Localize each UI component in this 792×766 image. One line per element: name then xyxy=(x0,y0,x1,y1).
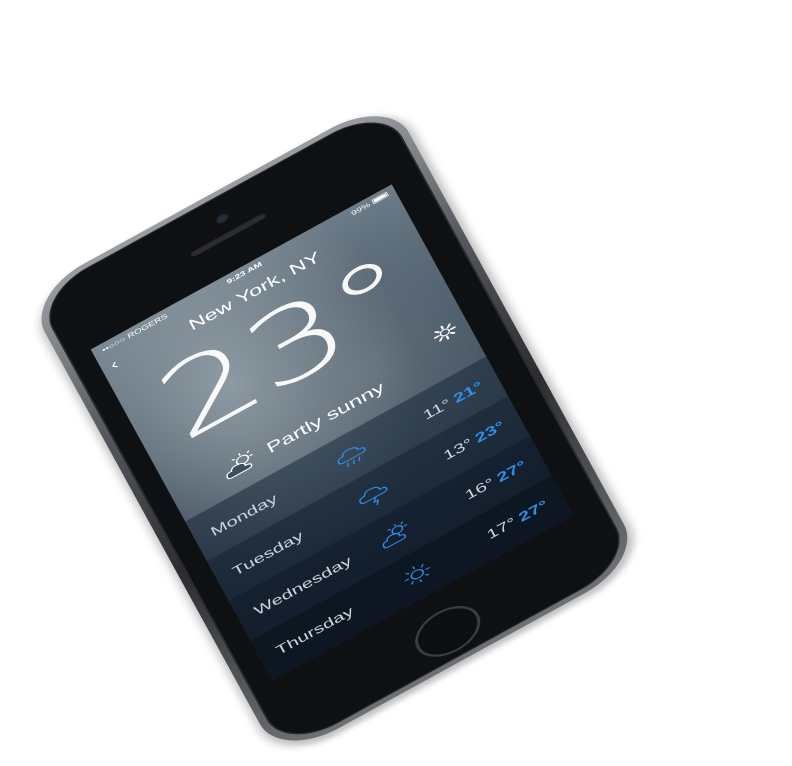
partly-cloudy-icon xyxy=(218,444,265,483)
product-photo: ••○○○ ROGERS 9:23 AM 99% ‹ New York, NY … xyxy=(0,0,792,539)
forecast-high: 21° xyxy=(451,378,486,406)
iphone-device: ••○○○ ROGERS 9:23 AM 99% ‹ New York, NY … xyxy=(25,96,644,760)
forecast-high: 23° xyxy=(472,418,507,446)
battery-icon xyxy=(371,192,389,205)
rain-cloud-icon xyxy=(331,438,373,474)
forecast-low: 16° xyxy=(462,475,497,503)
forecast-high: 27° xyxy=(494,457,529,485)
thunder-cloud-icon xyxy=(353,477,395,513)
forecast-low: 11° xyxy=(420,396,453,423)
phone-wrapper: ••○○○ ROGERS 9:23 AM 99% ‹ New York, NY … xyxy=(0,0,792,539)
forecast-low: 17° xyxy=(484,514,519,542)
forecast-high: 27° xyxy=(516,497,551,525)
front-camera xyxy=(214,211,231,226)
current-condition: Partly sunny xyxy=(218,464,229,485)
sun-icon xyxy=(396,556,438,592)
partly-cloudy-icon xyxy=(374,517,416,553)
forecast-low: 13° xyxy=(441,435,476,463)
